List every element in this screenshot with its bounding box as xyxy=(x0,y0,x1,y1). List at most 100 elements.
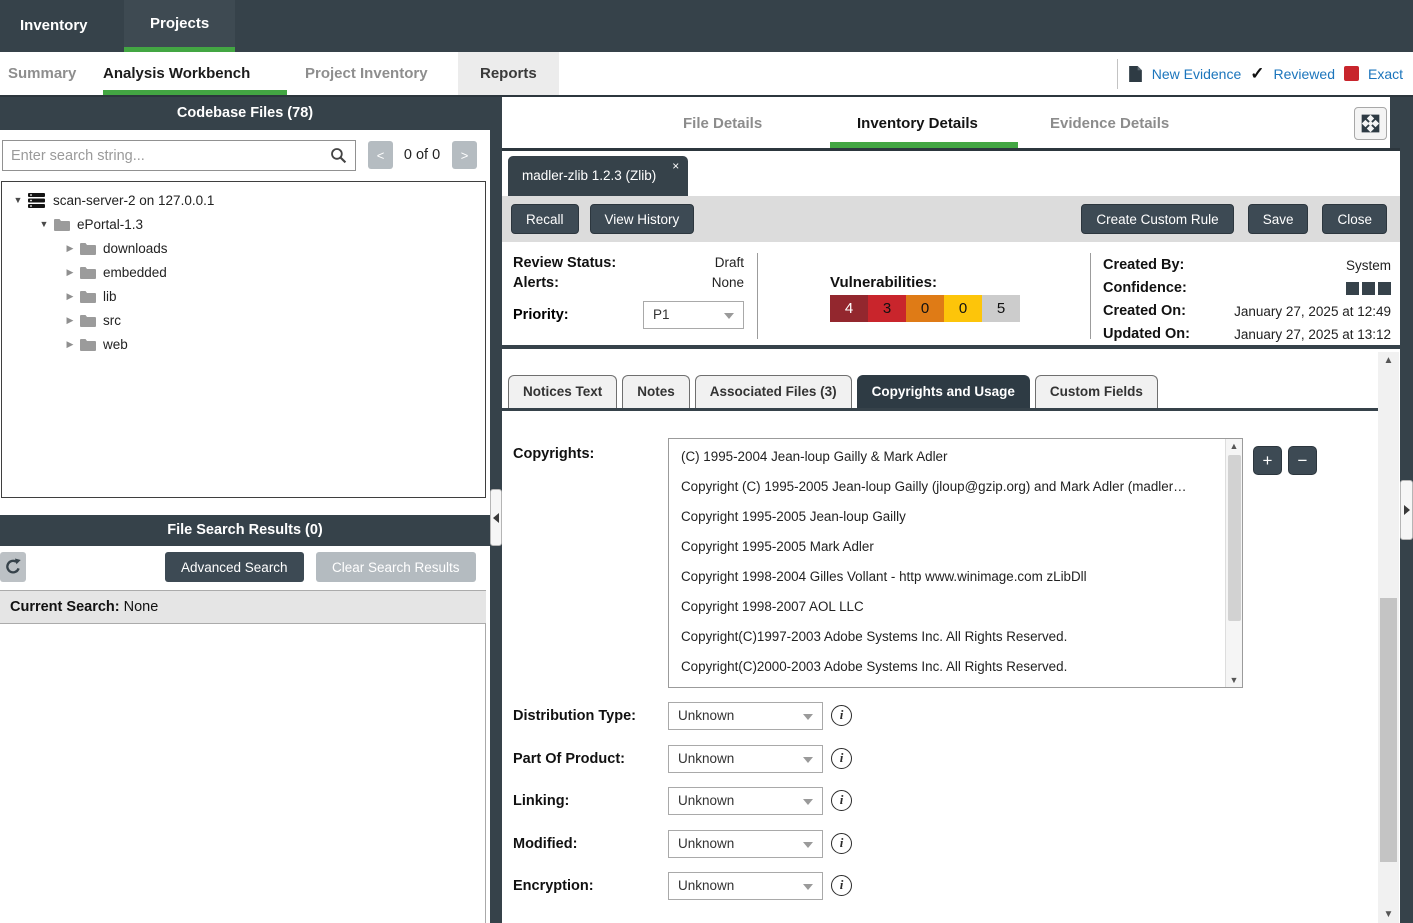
tab-inventory-details[interactable]: Inventory Details xyxy=(857,100,978,148)
legend-exact[interactable]: Exact xyxy=(1368,66,1403,82)
created-by-label: Created By: xyxy=(1103,255,1184,276)
remove-copyright-button[interactable]: − xyxy=(1288,446,1317,475)
distribution-type-select[interactable]: Unknown xyxy=(668,702,823,730)
copyright-entry[interactable]: Copyright 1995-2005 Jean-loup Gailly xyxy=(669,502,1242,532)
advanced-search-button[interactable]: Advanced Search xyxy=(165,552,304,582)
subtab-custom-fields[interactable]: Custom Fields xyxy=(1035,375,1158,408)
expand-panel-button[interactable] xyxy=(1354,107,1387,140)
subtab-copyrights-and-usage[interactable]: Copyrights and Usage xyxy=(857,375,1030,408)
copyright-entry[interactable]: Copyright 1995-2005 Mark Adler xyxy=(669,532,1242,562)
scroll-up-icon[interactable]: ▲ xyxy=(1378,355,1399,366)
scroll-up-icon[interactable]: ▲ xyxy=(1226,441,1242,451)
part-of-product-select[interactable]: Unknown xyxy=(668,745,823,773)
clear-search-results-button[interactable]: Clear Search Results xyxy=(316,552,476,582)
file-icon xyxy=(1128,65,1143,83)
modified-select[interactable]: Unknown xyxy=(668,830,823,858)
search-prev-button[interactable]: < xyxy=(368,141,393,169)
create-custom-rule-button[interactable]: Create Custom Rule xyxy=(1081,204,1233,234)
close-item-tab-icon[interactable]: × xyxy=(672,160,679,172)
tab-summary[interactable]: Summary xyxy=(8,52,76,95)
encryption-info-icon[interactable]: i xyxy=(831,875,852,896)
copyright-entry[interactable]: Copyright 1998-2004 Gilles Vollant - htt… xyxy=(669,562,1242,592)
alerts-value: None xyxy=(712,275,744,291)
chevron-down-icon xyxy=(724,313,734,319)
modified-info-icon[interactable]: i xyxy=(831,833,852,854)
scroll-down-icon[interactable]: ▼ xyxy=(1226,675,1242,685)
tab-evidence-details[interactable]: Evidence Details xyxy=(1050,100,1169,148)
copyright-entry[interactable]: Copyright(C)1997-2003 Adobe Systems Inc.… xyxy=(669,622,1242,652)
tree-node-label: scan-server-2 on 127.0.0.1 xyxy=(53,193,214,208)
collapse-right-handle[interactable] xyxy=(1400,480,1413,540)
save-button[interactable]: Save xyxy=(1248,204,1309,234)
expanded-arrow-icon[interactable]: ▼ xyxy=(10,195,26,205)
copyright-entry[interactable]: (C) 1995-2004 Jean-loup Gailly & Mark Ad… xyxy=(669,442,1242,472)
tree-node-src[interactable]: ▶ src xyxy=(2,308,485,332)
distribution-type-label: Distribution Type: xyxy=(513,708,636,724)
collapsed-arrow-icon[interactable]: ▶ xyxy=(62,339,78,350)
inventory-item-tab[interactable]: madler-zlib 1.2.3 (Zlib) × xyxy=(508,156,688,196)
vuln-count-medium[interactable]: 0 xyxy=(906,295,944,322)
collapse-left-handle[interactable] xyxy=(490,489,502,546)
inventory-toolbar: Recall View History Create Custom Rule S… xyxy=(502,196,1400,242)
copyright-entry[interactable]: Copyright(C)2000-2003 Adobe Systems Inc.… xyxy=(669,652,1242,682)
left-panel-border xyxy=(485,624,486,923)
priority-select[interactable]: P1 xyxy=(643,301,744,329)
subtab-notices-text[interactable]: Notices Text xyxy=(508,375,617,408)
scrollbar-thumb[interactable] xyxy=(1228,455,1241,621)
tree-node-scan-server[interactable]: ▼ scan-server-2 on 127.0.0.1 xyxy=(2,188,485,212)
search-next-button[interactable]: > xyxy=(452,141,477,169)
linking-select[interactable]: Unknown xyxy=(668,787,823,815)
modified-value: Unknown xyxy=(678,836,734,851)
legend-divider xyxy=(1117,59,1118,89)
subtab-notes[interactable]: Notes xyxy=(622,375,690,408)
chevron-down-icon xyxy=(803,842,813,848)
close-button[interactable]: Close xyxy=(1322,204,1387,234)
part-of-product-info-icon[interactable]: i xyxy=(831,748,852,769)
confidence-indicator xyxy=(1346,278,1391,299)
expand-arrows-icon xyxy=(1359,112,1382,135)
distribution-type-info-icon[interactable]: i xyxy=(831,705,852,726)
copyright-entry[interactable]: Copyright 1998-2007 AOL LLC xyxy=(669,592,1242,622)
copyrights-listbox[interactable]: (C) 1995-2004 Jean-loup Gailly & Mark Ad… xyxy=(668,438,1243,688)
content-scrollbar[interactable]: ▲ ▼ xyxy=(1378,352,1399,923)
collapsed-arrow-icon[interactable]: ▶ xyxy=(62,291,78,302)
legend-new-evidence[interactable]: New Evidence xyxy=(1152,66,1242,82)
collapsed-arrow-icon[interactable]: ▶ xyxy=(62,267,78,278)
linking-label: Linking: xyxy=(513,793,569,809)
view-history-button[interactable]: View History xyxy=(590,204,695,234)
tree-node-embedded[interactable]: ▶ embedded xyxy=(2,260,485,284)
folder-icon xyxy=(80,338,96,351)
search-input[interactable] xyxy=(2,140,356,171)
copyright-entry[interactable]: Copyright (C) 1995-2005 Jean-loup Gailly… xyxy=(669,472,1242,502)
scrollbar-thumb[interactable] xyxy=(1380,598,1397,862)
subtab-associated-files[interactable]: Associated Files (3) xyxy=(695,375,852,408)
collapsed-arrow-icon[interactable]: ▶ xyxy=(62,243,78,254)
listbox-scrollbar[interactable]: ▲ ▼ xyxy=(1225,439,1242,687)
tree-node-web[interactable]: ▶ web xyxy=(2,332,485,356)
project-nav: Summary Analysis Workbench Project Inven… xyxy=(0,52,1413,97)
legend-reviewed[interactable]: Reviewed xyxy=(1274,66,1335,82)
refresh-button[interactable] xyxy=(0,552,26,582)
tab-analysis-workbench[interactable]: Analysis Workbench xyxy=(103,52,250,95)
add-copyright-button[interactable]: + xyxy=(1253,446,1282,475)
nav-tab-inventory[interactable]: Inventory xyxy=(20,0,88,52)
vuln-count-critical[interactable]: 4 xyxy=(830,295,868,322)
tree-node-eportal[interactable]: ▼ ePortal-1.3 xyxy=(2,212,485,236)
encryption-select[interactable]: Unknown xyxy=(668,872,823,900)
vuln-count-low[interactable]: 0 xyxy=(944,295,982,322)
tab-project-inventory[interactable]: Project Inventory xyxy=(305,52,428,95)
nav-tab-projects[interactable]: Projects xyxy=(124,0,235,52)
linking-info-icon[interactable]: i xyxy=(831,790,852,811)
vuln-count-high[interactable]: 3 xyxy=(868,295,906,322)
status-divider xyxy=(757,253,758,339)
tab-file-details[interactable]: File Details xyxy=(683,100,762,148)
tree-node-lib[interactable]: ▶ lib xyxy=(2,284,485,308)
vuln-count-other[interactable]: 5 xyxy=(982,295,1020,322)
expanded-arrow-icon[interactable]: ▼ xyxy=(36,219,52,229)
scroll-down-icon[interactable]: ▼ xyxy=(1378,909,1399,920)
tree-node-downloads[interactable]: ▶ downloads xyxy=(2,236,485,260)
recall-button[interactable]: Recall xyxy=(511,204,579,234)
tab-reports[interactable]: Reports xyxy=(458,52,559,95)
search-icon[interactable] xyxy=(330,147,347,164)
collapsed-arrow-icon[interactable]: ▶ xyxy=(62,315,78,326)
